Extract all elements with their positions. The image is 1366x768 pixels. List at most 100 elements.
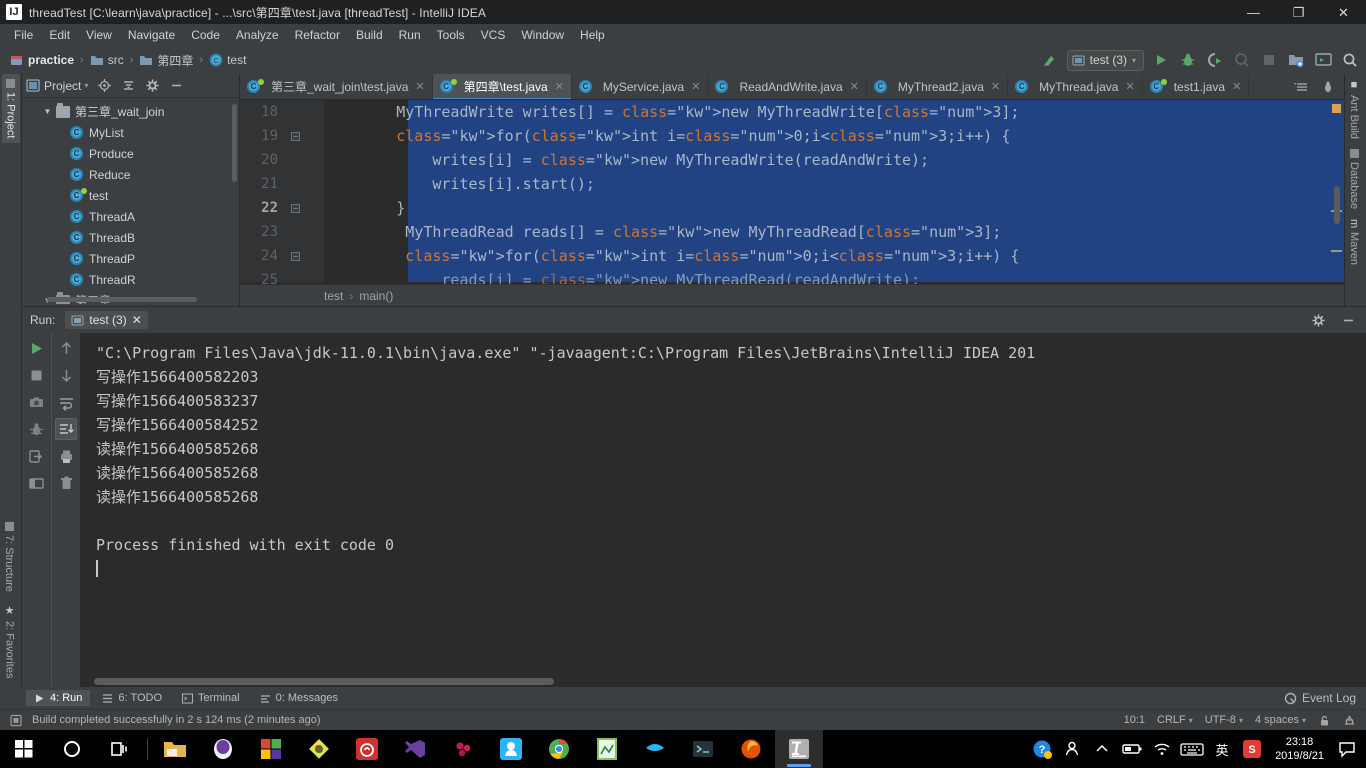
breadcrumb-class[interactable]: test bbox=[324, 289, 343, 303]
office-icon[interactable] bbox=[247, 730, 295, 768]
close-icon[interactable]: ✕ bbox=[1232, 80, 1241, 93]
run-with-coverage-icon[interactable] bbox=[1205, 50, 1225, 70]
tree-item-mylist[interactable]: C MyList bbox=[22, 122, 239, 143]
debug-icon[interactable] bbox=[26, 418, 48, 440]
editor-tab-mythread[interactable]: C MyThread.java ✕ bbox=[1008, 74, 1143, 99]
menu-edit[interactable]: Edit bbox=[41, 26, 78, 44]
minimize-button[interactable]: — bbox=[1231, 0, 1276, 24]
tree-item-reduce[interactable]: C Reduce bbox=[22, 164, 239, 185]
up-arrow-icon[interactable] bbox=[55, 337, 77, 359]
gear-icon[interactable] bbox=[1308, 310, 1328, 330]
close-icon[interactable]: ✕ bbox=[132, 313, 142, 327]
warning-marker-icon[interactable] bbox=[1332, 104, 1341, 113]
tree-vertical-scrollbar[interactable] bbox=[232, 104, 237, 182]
menu-run[interactable]: Run bbox=[391, 26, 429, 44]
sogou-input-icon[interactable]: S bbox=[1237, 730, 1267, 768]
stop-icon[interactable] bbox=[26, 364, 48, 386]
breadcrumb-practice[interactable]: practice bbox=[10, 53, 74, 67]
search-icon[interactable] bbox=[1340, 50, 1360, 70]
close-icon[interactable]: ✕ bbox=[691, 80, 700, 93]
editor-vertical-scrollbar[interactable] bbox=[1334, 186, 1340, 224]
lock-icon[interactable] bbox=[1318, 714, 1331, 727]
browser-icon[interactable] bbox=[199, 730, 247, 768]
tab-list-icon[interactable] bbox=[1292, 77, 1312, 97]
layout-icon[interactable] bbox=[26, 472, 48, 494]
chrome-icon[interactable] bbox=[535, 730, 583, 768]
rerun-icon[interactable] bbox=[26, 337, 48, 359]
help-icon[interactable]: ? bbox=[1027, 730, 1057, 768]
scroll-to-end-icon[interactable] bbox=[55, 418, 77, 440]
soft-wrap-icon[interactable] bbox=[55, 391, 77, 413]
menu-file[interactable]: File bbox=[6, 26, 41, 44]
menu-help[interactable]: Help bbox=[572, 26, 613, 44]
code-fold-toggle[interactable]: − bbox=[291, 252, 300, 261]
taskbar-clock[interactable]: 23:18 2019/8/21 bbox=[1267, 735, 1332, 763]
stop-icon[interactable] bbox=[1259, 50, 1279, 70]
inspection-icon[interactable] bbox=[1343, 714, 1356, 727]
breadcrumb-test[interactable]: C test bbox=[209, 53, 246, 67]
visual-studio-icon[interactable] bbox=[391, 730, 439, 768]
build-project-icon[interactable] bbox=[1286, 50, 1306, 70]
bottom-window-todo[interactable]: 6: TODO bbox=[94, 690, 170, 706]
menu-analyze[interactable]: Analyze bbox=[228, 26, 287, 44]
hide-panel-icon[interactable] bbox=[166, 76, 186, 96]
qq-icon[interactable] bbox=[487, 730, 535, 768]
editor-tab-myservice[interactable]: C MyService.java ✕ bbox=[572, 74, 709, 99]
run-icon[interactable] bbox=[1151, 50, 1171, 70]
collapse-all-icon[interactable] bbox=[118, 76, 138, 96]
netease-music-icon[interactable] bbox=[343, 730, 391, 768]
close-icon[interactable]: ✕ bbox=[991, 80, 1000, 93]
tree-item-threadb[interactable]: C ThreadB bbox=[22, 227, 239, 248]
rail-button-project[interactable]: 1: Project bbox=[1, 74, 20, 144]
firefox-icon[interactable] bbox=[727, 730, 775, 768]
chevron-down-icon[interactable]: ▾ bbox=[84, 81, 88, 90]
console-horizontal-scrollbar[interactable] bbox=[94, 678, 554, 685]
editor-tab-chapter3-test[interactable]: C 第三章_wait_join\test.java ✕ bbox=[240, 74, 433, 99]
rail-button-ant-build[interactable]: ■ Ant Build bbox=[1345, 74, 1363, 144]
bottom-window-run[interactable]: 4: Run bbox=[26, 690, 91, 706]
editor-tab-mythread2[interactable]: C MyThread2.java ✕ bbox=[867, 74, 1009, 99]
action-center-icon[interactable] bbox=[1332, 730, 1362, 768]
task-view-icon[interactable] bbox=[96, 730, 144, 768]
print-icon[interactable] bbox=[55, 445, 77, 467]
menu-code[interactable]: Code bbox=[183, 26, 228, 44]
close-icon[interactable]: ✕ bbox=[555, 80, 564, 93]
breadcrumb-src[interactable]: src bbox=[90, 53, 124, 67]
tree-item-test[interactable]: C test bbox=[22, 185, 239, 206]
editor-tab-test1[interactable]: C test1.java ✕ bbox=[1143, 74, 1250, 99]
encoding-selector[interactable]: UTF-8 ▾ bbox=[1205, 714, 1243, 726]
tree-item-chapter3-wait-join[interactable]: ▼ 第三章_wait_join bbox=[22, 101, 239, 122]
people-icon[interactable] bbox=[1057, 730, 1087, 768]
project-tree[interactable]: ▼ 第三章_wait_join C MyList C Produce C Red… bbox=[22, 98, 239, 304]
close-icon[interactable]: ✕ bbox=[850, 80, 859, 93]
line-separator-selector[interactable]: CRLF ▾ bbox=[1157, 714, 1193, 726]
paint-icon[interactable] bbox=[295, 730, 343, 768]
menu-build[interactable]: Build bbox=[348, 26, 391, 44]
tree-item-threadp[interactable]: C ThreadP bbox=[22, 248, 239, 269]
console-output[interactable]: "C:\Program Files\Java\jdk-11.0.1\bin\ja… bbox=[80, 333, 1366, 688]
camera-icon[interactable] bbox=[26, 391, 48, 413]
event-log-button[interactable]: Event Log bbox=[1284, 691, 1366, 705]
menu-tools[interactable]: Tools bbox=[429, 26, 473, 44]
indent-selector[interactable]: 4 spaces ▾ bbox=[1255, 714, 1306, 726]
tree-item-threadr[interactable]: C ThreadR bbox=[22, 269, 239, 290]
rail-button-maven[interactable]: m Maven bbox=[1345, 214, 1363, 270]
wifi-icon[interactable] bbox=[1147, 730, 1177, 768]
breadcrumb-chapter4[interactable]: 第四章 bbox=[139, 52, 193, 69]
file-explorer-icon[interactable] bbox=[151, 730, 199, 768]
terminal-app-icon[interactable] bbox=[679, 730, 727, 768]
bottom-window-terminal[interactable]: Terminal bbox=[174, 690, 248, 706]
run-configuration-selector[interactable]: test (3) ▾ bbox=[1066, 49, 1144, 71]
tim-icon[interactable] bbox=[631, 730, 679, 768]
breadcrumb-method[interactable]: main() bbox=[359, 289, 393, 303]
menu-view[interactable]: View bbox=[78, 26, 120, 44]
update-project-icon[interactable] bbox=[1040, 50, 1060, 70]
profile-icon[interactable] bbox=[1232, 50, 1252, 70]
notepad-icon[interactable] bbox=[583, 730, 631, 768]
close-icon[interactable]: ✕ bbox=[1125, 80, 1134, 93]
gear-icon[interactable] bbox=[1313, 50, 1333, 70]
close-icon[interactable]: ✕ bbox=[415, 80, 424, 93]
hide-panel-icon[interactable] bbox=[1338, 310, 1358, 330]
windows-start-icon[interactable] bbox=[0, 730, 48, 768]
run-tab-test[interactable]: test (3) ✕ bbox=[65, 311, 148, 329]
